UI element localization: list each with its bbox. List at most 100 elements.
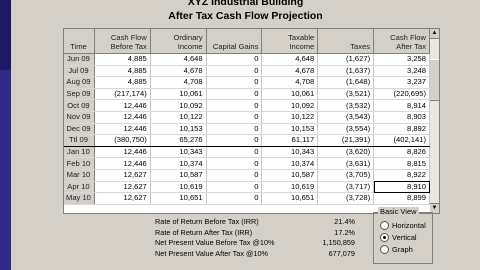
table-cell[interactable]: 10,061 xyxy=(150,88,207,101)
table-cell[interactable]: 0 xyxy=(206,53,263,66)
table-cell[interactable]: 10,153 xyxy=(150,123,207,136)
table-cell[interactable]: (3,554) xyxy=(317,123,375,136)
table-cell[interactable]: (3,532) xyxy=(317,99,375,112)
table-cell[interactable]: (3,728) xyxy=(317,192,375,205)
table-cell[interactable]: (220,695) xyxy=(373,88,430,101)
column-header[interactable]: Time xyxy=(64,29,95,54)
table-cell[interactable]: 8,826 xyxy=(373,146,430,159)
table-cell[interactable]: 10,092 xyxy=(261,99,319,112)
table-cell[interactable]: 4,678 xyxy=(150,65,207,78)
table-cell[interactable]: 12,446 xyxy=(94,157,151,170)
column-header[interactable]: Taxes xyxy=(317,29,375,54)
table-cell[interactable]: 10,122 xyxy=(150,111,207,124)
table-cell[interactable]: 10,061 xyxy=(261,88,319,101)
table-cell[interactable]: (3,717) xyxy=(317,181,375,194)
table-cell[interactable]: 12,446 xyxy=(94,146,151,159)
table-row: Jun 09 4,885 4,648 0 4,648 (1,627) 3,258 xyxy=(64,53,430,66)
table-cell[interactable]: 0 xyxy=(206,134,263,147)
table-cell[interactable]: 4,648 xyxy=(261,53,319,66)
table-cell[interactable]: 8,815 xyxy=(373,157,430,170)
table-cell[interactable]: 0 xyxy=(206,111,263,124)
table-cell[interactable]: 10,153 xyxy=(261,123,319,136)
table-cell[interactable]: 4,708 xyxy=(150,76,207,89)
table-cell[interactable]: 8,892 xyxy=(373,123,430,136)
table-cell[interactable]: (1,648) xyxy=(317,76,375,89)
table-cell[interactable]: (3,631) xyxy=(317,157,375,170)
table-row: Aug 09 4,885 4,708 0 4,708 (1,648) 3,237 xyxy=(64,76,430,89)
grid-vertical-scrollbar[interactable]: ▲ ▼ xyxy=(430,28,440,214)
table-cell[interactable]: 10,343 xyxy=(150,146,207,159)
table-cell[interactable]: 10,587 xyxy=(150,169,207,182)
table-cell[interactable]: 8,914 xyxy=(373,99,430,112)
table-cell[interactable]: 12,627 xyxy=(94,192,151,205)
table-cell[interactable]: 0 xyxy=(206,192,263,205)
table-cell[interactable]: (21,391) xyxy=(317,134,375,147)
table-cell[interactable]: (1,637) xyxy=(317,65,375,78)
table-cell[interactable]: 12,627 xyxy=(94,169,151,182)
radio-horizontal[interactable] xyxy=(380,221,389,230)
table-cell[interactable]: 3,237 xyxy=(373,76,430,89)
table-cell[interactable]: 12,446 xyxy=(94,111,151,124)
cash-flow-grid[interactable]: Time Cash Flow Before Tax Ordinary Income C… xyxy=(63,28,431,214)
table-cell[interactable]: 8,910 xyxy=(373,181,430,194)
table-cell[interactable]: 0 xyxy=(206,76,263,89)
table-cell[interactable]: (3,521) xyxy=(317,88,375,101)
table-cell[interactable]: 4,885 xyxy=(94,76,151,89)
radio-graph[interactable] xyxy=(380,245,389,254)
row-time-label: Feb 10 xyxy=(64,157,95,170)
table-cell[interactable]: 8,922 xyxy=(373,169,430,182)
table-cell[interactable]: 8,903 xyxy=(373,111,430,124)
table-cell[interactable]: 10,619 xyxy=(150,181,207,194)
table-cell[interactable]: 10,651 xyxy=(261,192,319,205)
column-header[interactable]: Cash Flow After Tax xyxy=(373,29,430,54)
table-cell[interactable]: 10,122 xyxy=(261,111,319,124)
table-cell[interactable]: 4,885 xyxy=(94,65,151,78)
table-cell[interactable]: (380,750) xyxy=(94,134,151,147)
table-cell[interactable]: 61,117 xyxy=(261,134,319,147)
table-cell[interactable]: 10,343 xyxy=(261,146,319,159)
table-cell[interactable]: 10,587 xyxy=(261,169,319,182)
table-cell[interactable]: 10,374 xyxy=(261,157,319,170)
table-cell[interactable]: (402,141) xyxy=(373,134,430,147)
column-header[interactable]: Cash Flow Before Tax xyxy=(94,29,151,54)
table-cell[interactable]: 0 xyxy=(206,157,263,170)
table-cell[interactable]: 3,248 xyxy=(373,65,430,78)
table-cell[interactable]: (1,627) xyxy=(317,53,375,66)
scroll-up-arrow-icon[interactable]: ▲ xyxy=(430,29,439,39)
column-header[interactable]: Capital Gains xyxy=(206,29,263,54)
table-cell[interactable]: 4,678 xyxy=(261,65,319,78)
table-cell[interactable]: 0 xyxy=(206,146,263,159)
table-cell[interactable]: 4,708 xyxy=(261,76,319,89)
table-cell[interactable]: 4,648 xyxy=(150,53,207,66)
table-cell[interactable]: (3,620) xyxy=(317,146,375,159)
view-option-horizontal[interactable]: Horizontal xyxy=(380,221,426,230)
column-header[interactable]: Taxable Income xyxy=(261,29,319,54)
table-cell[interactable]: 3,258 xyxy=(373,53,430,66)
table-cell[interactable]: 0 xyxy=(206,88,263,101)
table-cell[interactable]: 10,651 xyxy=(150,192,207,205)
table-cell[interactable]: 10,619 xyxy=(261,181,319,194)
table-cell[interactable]: 10,092 xyxy=(150,99,207,112)
table-cell[interactable]: 10,374 xyxy=(150,157,207,170)
summary-value: 677,079 xyxy=(328,248,355,258)
table-cell[interactable]: 0 xyxy=(206,181,263,194)
table-cell[interactable]: 12,627 xyxy=(94,181,151,194)
summary-row: Net Present Value After Tax @10% 677,079 xyxy=(155,249,355,260)
table-cell[interactable]: 12,446 xyxy=(94,123,151,136)
table-cell[interactable]: 4,885 xyxy=(94,53,151,66)
table-cell[interactable]: 65,276 xyxy=(150,134,207,147)
table-cell[interactable]: 0 xyxy=(206,99,263,112)
table-cell[interactable]: (217,174) xyxy=(94,88,151,101)
table-cell[interactable]: 0 xyxy=(206,169,263,182)
radio-vertical[interactable] xyxy=(380,233,389,242)
table-cell[interactable]: (3,705) xyxy=(317,169,375,182)
column-header[interactable]: Ordinary Income xyxy=(150,29,207,54)
table-cell[interactable]: 0 xyxy=(206,65,263,78)
scroll-thumb[interactable] xyxy=(430,59,439,101)
table-cell[interactable]: 8,899 xyxy=(373,192,430,205)
table-cell[interactable]: 0 xyxy=(206,123,263,136)
view-option-vertical[interactable]: Vertical xyxy=(380,233,417,242)
view-option-graph[interactable]: Graph xyxy=(380,245,413,254)
table-cell[interactable]: 12,446 xyxy=(94,99,151,112)
table-cell[interactable]: (3,543) xyxy=(317,111,375,124)
